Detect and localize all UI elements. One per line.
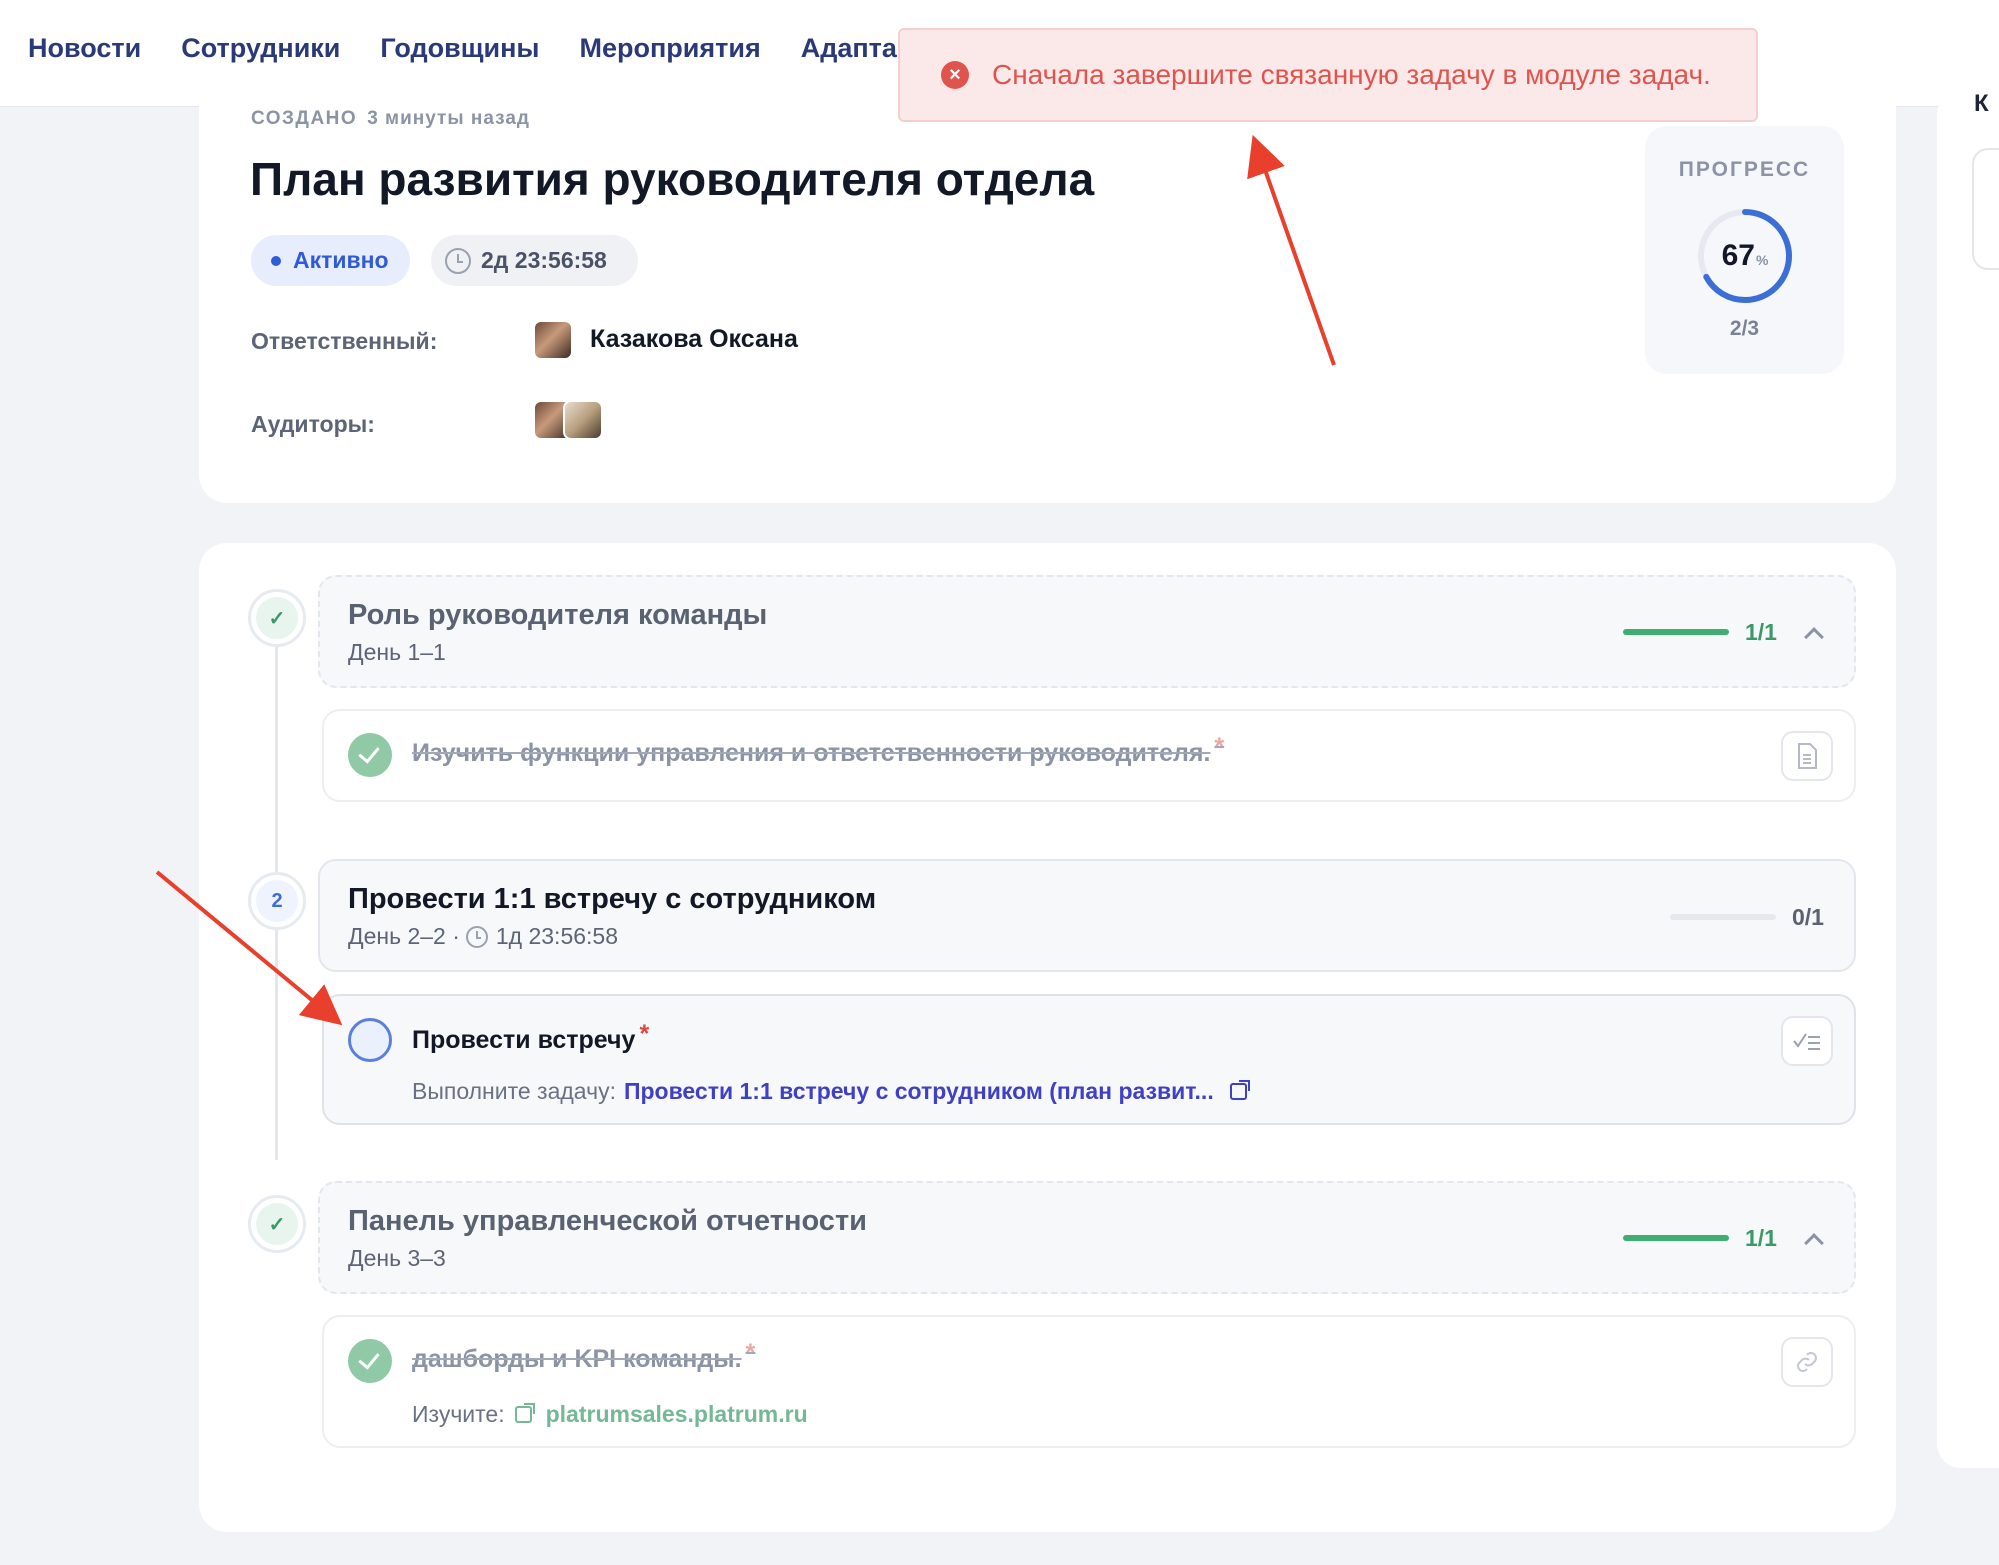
- external-link-icon[interactable]: [1229, 1080, 1250, 1100]
- created-label: СОЗДАНО: [251, 108, 358, 129]
- required-mark: *: [1214, 733, 1225, 761]
- task-meta: Выполните задачу: Провести 1:1 встречу с…: [412, 1078, 1250, 1105]
- toast-message: Сначала завершите связанную задачу в мод…: [992, 59, 1711, 90]
- main-nav: Новости Сотрудники Годовщины Мероприятия…: [28, 28, 914, 68]
- checklist-icon[interactable]: [1781, 1016, 1833, 1066]
- owner-name[interactable]: Казакова Оксана: [590, 325, 798, 354]
- task-meta: Изучите: platrumsales.platrum.ru: [412, 1401, 808, 1428]
- nav-item-news[interactable]: Новости: [28, 28, 141, 68]
- step-marker-completed: ✓: [248, 1195, 306, 1253]
- external-link-icon[interactable]: [514, 1403, 535, 1423]
- step-progress-bar: [1670, 914, 1776, 920]
- clock-icon: [445, 247, 471, 274]
- created-ago: 3 минуты назад: [367, 108, 530, 129]
- link-icon[interactable]: [1781, 1337, 1833, 1387]
- error-x-icon[interactable]: ×: [941, 61, 969, 89]
- task-link[interactable]: Провести 1:1 встречу с сотрудником (план…: [624, 1078, 1214, 1105]
- required-mark: *: [639, 1020, 650, 1048]
- page-title: План развития руководителя отдела: [250, 153, 1095, 205]
- document-icon[interactable]: [1781, 731, 1833, 781]
- task-title: Изучить функции управления и ответственн…: [412, 733, 1224, 768]
- step-section-1[interactable]: Роль руководителя команды День 1–1 1/1: [318, 575, 1856, 688]
- step-days: День 3–3: [348, 1245, 446, 1271]
- step-section-2[interactable]: Провести 1:1 встречу с сотрудником День …: [318, 859, 1856, 972]
- required-mark: *: [745, 1339, 756, 1367]
- task-done-check-icon[interactable]: [348, 733, 392, 777]
- auditors-label: Аудиторы:: [251, 411, 375, 437]
- task-card-2[interactable]: Провести встречу * Выполните задачу: Пров…: [322, 994, 1856, 1125]
- step-days: День 1–1: [348, 639, 446, 665]
- step-days: День 2–2 ·: [348, 923, 460, 949]
- task-title-text: Провести встречу: [412, 1026, 636, 1054]
- chevron-up-icon[interactable]: [1804, 1233, 1824, 1253]
- chevron-up-icon[interactable]: [1804, 627, 1824, 647]
- step-count: 1/1: [1745, 619, 1777, 645]
- nav-item-anniversaries[interactable]: Годовщины: [380, 28, 539, 68]
- check-icon: ✓: [256, 597, 298, 639]
- task-title: Провести встречу *: [412, 1020, 649, 1055]
- progress-count: 2/3: [1729, 317, 1760, 340]
- step-count: 1/1: [1745, 1225, 1777, 1251]
- task-title-text: дашборды и KPI команды.: [412, 1345, 742, 1373]
- nav-item-employees[interactable]: Сотрудники: [181, 28, 340, 68]
- progress-percent-sign: %: [1755, 252, 1769, 268]
- step-title: Провести 1:1 встречу с сотрудником: [348, 883, 877, 915]
- nav-item-events[interactable]: Мероприятия: [579, 28, 760, 68]
- deadline-timer-value: 2д 23:56:58: [481, 247, 607, 273]
- plan-header-card: [199, 70, 1896, 503]
- step-days-timer: День 2–2 · 1д 23:56:58: [348, 923, 618, 950]
- status-badge: Активно: [251, 235, 410, 286]
- step-progress-bar: [1623, 629, 1729, 635]
- task-card-1[interactable]: Изучить функции управления и ответственн…: [322, 709, 1856, 802]
- nav-item-adaptation[interactable]: Адаптац: [801, 28, 914, 68]
- step-title: Роль руководителя команды: [348, 599, 768, 631]
- owner-avatar[interactable]: [533, 320, 573, 360]
- deadline-timer-badge: 2д 23:56:58: [431, 235, 638, 286]
- step-count: 0/1: [1792, 904, 1824, 930]
- status-dot-icon: [271, 255, 281, 266]
- clock-icon: [465, 925, 488, 948]
- task-incomplete-circle[interactable]: [348, 1018, 392, 1062]
- progress-percent: 67%: [1695, 239, 1795, 273]
- created-info: СОЗДАНО 3 минуты назад: [251, 108, 530, 130]
- task-meta-label: Изучите:: [412, 1401, 505, 1427]
- check-icon: ✓: [256, 1203, 298, 1245]
- progress-widget: ПРОГРЕСС 67% 2/3: [1645, 126, 1844, 374]
- auditor-avatar[interactable]: [563, 400, 603, 440]
- step-marker-number: 2: [248, 872, 306, 930]
- status-label: Активно: [293, 247, 389, 273]
- step-section-3[interactable]: Панель управленческой отчетности День 3–…: [318, 1181, 1856, 1294]
- progress-label: ПРОГРЕСС: [1678, 158, 1811, 181]
- side-panel: [1937, 90, 1999, 1468]
- task-title: дашборды и KPI команды. *: [412, 1339, 755, 1374]
- task-title-text: Изучить функции управления и ответственн…: [412, 739, 1211, 767]
- task-link[interactable]: platrumsales.platrum.ru: [546, 1401, 808, 1428]
- progress-percent-value: 67: [1721, 239, 1755, 272]
- error-toast: × Сначала завершите связанную задачу в м…: [898, 28, 1758, 122]
- side-panel-card[interactable]: [1972, 148, 1999, 270]
- task-done-check-icon[interactable]: [348, 1339, 392, 1383]
- step-timer: 1д 23:56:58: [495, 923, 619, 949]
- step-progress-bar: [1623, 1235, 1729, 1241]
- step-title: Панель управленческой отчетности: [348, 1205, 867, 1237]
- side-panel-heading: К: [1974, 90, 1989, 117]
- task-card-3[interactable]: дашборды и KPI команды. * Изучите: platru…: [322, 1315, 1856, 1448]
- step-marker-completed: ✓: [248, 589, 306, 647]
- owner-label: Ответственный:: [251, 328, 438, 354]
- task-meta-label: Выполните задачу:: [412, 1078, 616, 1104]
- step-number: 2: [256, 880, 298, 922]
